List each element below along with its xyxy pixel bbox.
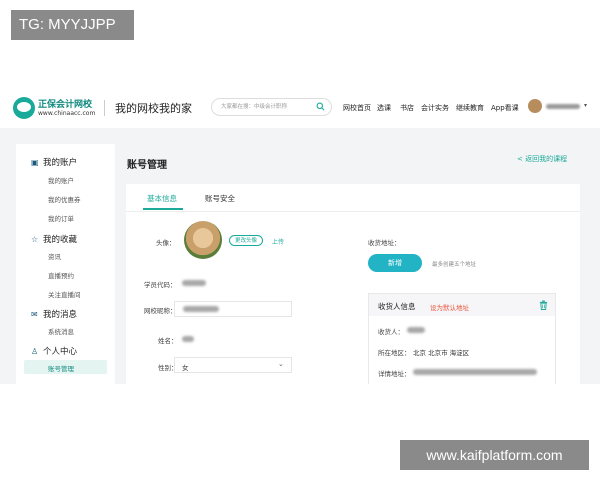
region-label: 所在地区： [378, 349, 411, 357]
upload-link[interactable]: 上传 [272, 237, 284, 246]
profile-avatar-image [184, 221, 222, 259]
set-default-address-link[interactable]: 设为默认地址 [430, 302, 469, 312]
active-tab-indicator [143, 208, 183, 210]
address-card-title: 收货人信息 [378, 302, 416, 311]
main-content-area: ▣ 我的账户 我的账户 我的优惠券 我的订单 ☆ 我的收藏 资讯 直播预约 关注直播… [0, 128, 600, 384]
address-card: 收货人信息 设为默认地址 收货人： 所在地区： 北京 北京市 海淀区 详情地址： [368, 293, 556, 384]
gender-select[interactable] [174, 357, 292, 373]
nav-app-courses[interactable]: App看课 [491, 103, 519, 113]
back-to-courses-link[interactable]: < 返回我的课程 [517, 154, 567, 164]
new-address-button[interactable]: 新增 [368, 254, 422, 272]
page-title: 账号管理 [127, 160, 167, 171]
mail-icon: ✉ [31, 310, 38, 319]
user-icon: ♙ [31, 347, 39, 356]
sidebar-group-personal-center[interactable]: ♙ 个人中心 [31, 345, 77, 357]
nav-continuing-education[interactable]: 继续教育 [456, 103, 484, 113]
sidebar-item-my-account[interactable]: 我的账户 [48, 175, 74, 185]
avatar-label: 头像： [156, 239, 176, 247]
change-avatar-button[interactable]: 更改头像 [229, 235, 263, 246]
sidebar-group-favorites[interactable]: ☆ 我的收藏 [31, 233, 77, 245]
sidebar-item-coupons[interactable]: 我的优惠券 [48, 194, 81, 204]
wallet-icon: ▣ [31, 158, 39, 167]
detail-address-value [413, 369, 537, 375]
nickname-label: 网校昵称： [144, 307, 177, 315]
nav-home[interactable]: 网校首页 [343, 103, 371, 113]
student-code-value [182, 280, 206, 286]
star-icon: ☆ [31, 235, 39, 244]
nickname-field[interactable] [174, 301, 292, 317]
region-value: 北京 北京市 海淀区 [413, 349, 470, 357]
brand-name[interactable]: 正保会计网校 [38, 97, 92, 110]
header-slogan: 我的网校我的家 [115, 102, 192, 115]
sidebar-item-account-management[interactable]: 账号管理 [48, 363, 74, 373]
sidebar-item-followed-live-rooms[interactable]: 关注直播间 [48, 289, 81, 299]
name-label: 姓名： [158, 337, 178, 345]
search-placeholder[interactable]: 大家都在搜：中级会计职称 [221, 102, 287, 110]
sidebar: ▣ 我的账户 我的账户 我的优惠券 我的订单 ☆ 我的收藏 资讯 直播预约 关注直播… [16, 144, 115, 384]
student-code-label: 学员代码： [144, 281, 177, 289]
user-avatar[interactable] [528, 99, 542, 113]
nav-courses[interactable]: 选课 [377, 103, 391, 113]
trash-icon[interactable] [539, 300, 548, 310]
recipient-label: 收货人： [378, 328, 404, 336]
watermark-top-left: TG: MYYJJPP [11, 10, 134, 40]
watermark-bottom-right: www.kaifplatform.com [400, 440, 589, 470]
sidebar-item-news[interactable]: 资讯 [48, 251, 61, 261]
account-panel: 基本信息 账号安全 头像： 更改头像 上传 学员代码： 网校昵称： 姓名： 性别… [126, 184, 580, 384]
sidebar-item-system-messages[interactable]: 系统消息 [48, 326, 74, 336]
chevron-down-icon[interactable]: ▾ [584, 102, 587, 109]
address-label: 收货地址： [368, 239, 401, 247]
sidebar-item-live-reservations[interactable]: 直播预约 [48, 270, 74, 280]
header-divider [104, 100, 105, 116]
sidebar-item-orders[interactable]: 我的订单 [48, 213, 74, 223]
gender-value[interactable]: 女 [182, 362, 189, 372]
name-value [182, 336, 194, 342]
address-limit-hint: 最多创建五个地址 [432, 262, 477, 268]
sidebar-group-account[interactable]: ▣ 我的账户 [31, 156, 77, 168]
nav-bookstore[interactable]: 书店 [400, 103, 414, 113]
top-navigation-bar: 正保会计网校 www.chinaacc.com 我的网校我的家 大家都在搜：中级… [0, 88, 600, 128]
recipient-value [407, 327, 425, 333]
user-name-blurred[interactable] [546, 104, 580, 109]
tab-basic-info[interactable]: 基本信息 [147, 193, 177, 204]
tab-divider [126, 211, 580, 212]
detail-address-label: 详情地址： [378, 370, 411, 378]
tab-account-security[interactable]: 账号安全 [205, 193, 235, 204]
logo-icon[interactable] [13, 97, 35, 119]
brand-domain: www.chinaacc.com [38, 110, 96, 117]
nav-accounting-practice[interactable]: 会计实务 [421, 103, 449, 113]
sidebar-group-messages[interactable]: ✉ 我的消息 [31, 308, 77, 320]
search-box[interactable]: 大家都在搜：中级会计职称 [211, 98, 332, 116]
nickname-value [183, 306, 219, 312]
chevron-down-icon[interactable]: ⌄ [278, 360, 284, 368]
search-icon[interactable] [316, 102, 325, 111]
